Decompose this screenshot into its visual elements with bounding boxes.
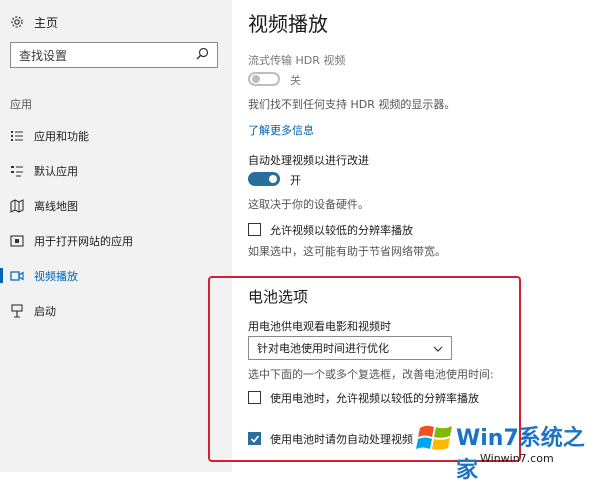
auto-process-description: 这取决于你的设备硬件。 <box>248 198 369 211</box>
video-icon <box>10 269 24 283</box>
battery-low-res-checkbox[interactable] <box>248 391 261 404</box>
startup-icon <box>10 303 24 318</box>
battery-options-title: 电池选项 <box>248 288 309 306</box>
sidebar-nav: 应用和功能 默认应用 离线地图 用于打开网站的应用 视频播放 启动 <box>0 118 232 328</box>
sidebar-item-label: 启动 <box>34 304 56 318</box>
default-apps-icon <box>10 164 24 178</box>
hdr-toggle-state: 关 <box>290 74 301 87</box>
toggle-knob <box>269 175 277 183</box>
sidebar-item-apps-features[interactable]: 应用和功能 <box>0 118 232 153</box>
sidebar-item-label: 应用和功能 <box>34 129 89 143</box>
auto-process-label: 自动处理视频以进行改进 <box>248 154 369 167</box>
auto-process-toggle-state: 开 <box>290 174 301 187</box>
list-icon <box>10 129 24 143</box>
sidebar: 主页 查找设置 应用 应用和功能 默认应用 离线地图 用于打开网站的应用 视频播… <box>0 0 232 472</box>
chevron-down-icon <box>433 342 443 355</box>
section-label: 应用 <box>10 98 32 111</box>
battery-watch-label: 用电池供电观看电影和视频时 <box>248 320 391 333</box>
hdr-label: 流式传输 HDR 视频 <box>248 54 346 67</box>
low-res-description: 如果选中，这可能有助于节省网络带宽。 <box>248 245 446 258</box>
hdr-toggle[interactable] <box>248 72 280 86</box>
sidebar-item-startup[interactable]: 启动 <box>0 293 232 328</box>
map-icon <box>10 198 24 213</box>
home-label: 主页 <box>34 15 59 30</box>
sidebar-item-offline-maps[interactable]: 离线地图 <box>0 188 232 223</box>
low-res-checkbox[interactable] <box>248 223 261 236</box>
toggle-knob <box>252 75 260 83</box>
sidebar-item-label: 默认应用 <box>34 164 78 178</box>
page-title: 视频播放 <box>248 12 328 36</box>
hdr-description: 我们找不到任何支持 HDR 视频的显示器。 <box>248 98 456 111</box>
sidebar-item-video-playback[interactable]: 视频播放 <box>0 258 232 293</box>
windows-flag-logo <box>416 425 452 450</box>
checkmark-icon <box>250 435 260 443</box>
active-indicator <box>0 268 3 283</box>
battery-no-auto-process-checkbox[interactable] <box>248 432 261 445</box>
learn-more-link[interactable]: 了解更多信息 <box>248 122 314 138</box>
sidebar-item-label: 用于打开网站的应用 <box>34 234 133 248</box>
home-link[interactable]: 主页 <box>10 12 58 32</box>
sidebar-item-label: 视频播放 <box>34 269 78 283</box>
battery-select-hint: 选中下面的一个或多个复选框，改善电池使用时间: <box>248 368 494 381</box>
open-web-icon <box>10 234 24 248</box>
gear-icon <box>10 15 24 29</box>
battery-mode-dropdown[interactable]: 针对电池使用时间进行优化 <box>248 336 452 360</box>
sidebar-item-label: 离线地图 <box>34 199 78 213</box>
search-input[interactable]: 查找设置 <box>10 42 218 68</box>
search-icon[interactable] <box>196 47 209 63</box>
watermark: Win7系统之家 Winwin7.com <box>416 414 600 483</box>
auto-process-toggle[interactable] <box>248 172 280 186</box>
battery-low-res-label: 使用电池时，允许视频以较低的分辨率播放 <box>270 392 479 405</box>
dropdown-value: 针对电池使用时间进行优化 <box>257 342 389 355</box>
search-placeholder: 查找设置 <box>19 48 68 63</box>
sidebar-item-default-apps[interactable]: 默认应用 <box>0 153 232 188</box>
watermark-url: Winwin7.com <box>480 452 554 465</box>
battery-no-auto-process-label: 使用电池时请勿自动处理视频 <box>270 433 413 446</box>
low-res-label: 允许视频以较低的分辨率播放 <box>270 224 413 237</box>
sidebar-item-apps-for-websites[interactable]: 用于打开网站的应用 <box>0 223 232 258</box>
